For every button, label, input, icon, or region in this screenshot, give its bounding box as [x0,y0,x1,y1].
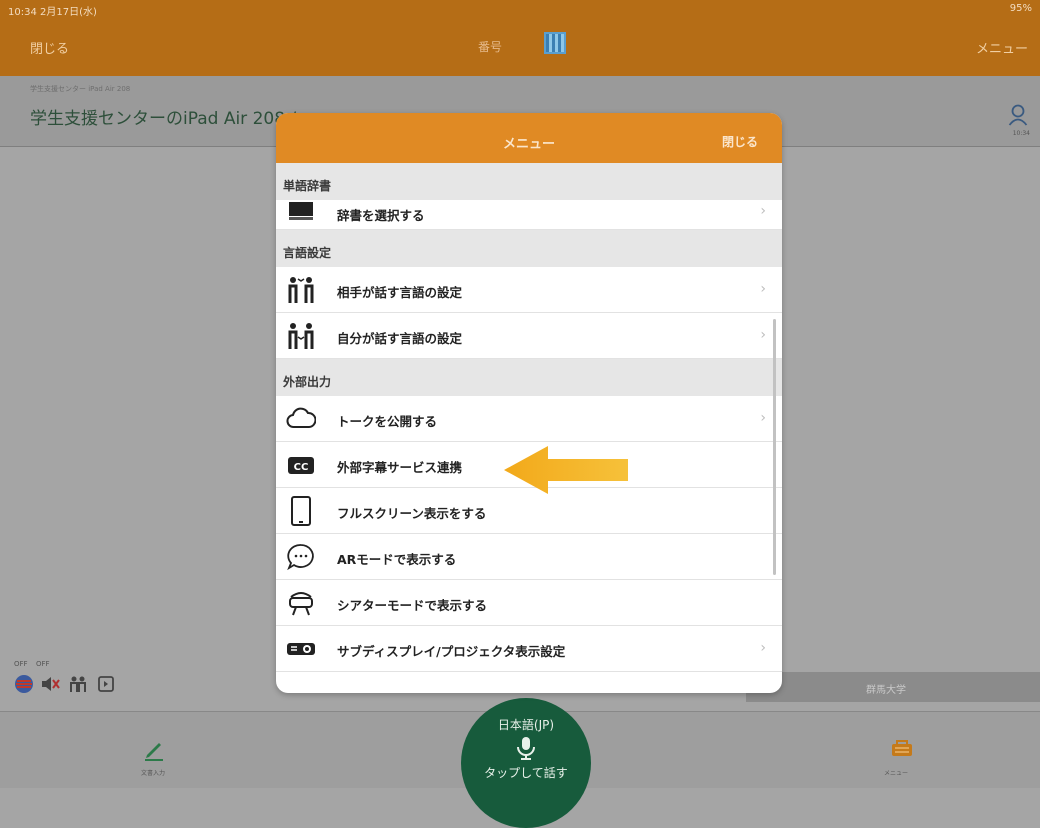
tablet-icon [291,496,311,526]
menu-item-label: シアターモードで表示する [337,598,488,613]
keyboard-icon[interactable] [888,736,916,764]
section-header-external-output: 外部出力 [276,359,782,396]
modal-body[interactable]: 単語辞書 辞書を選択する › 言語設定 相手が話す言語の設定 › 自分が話す言語… [276,163,782,693]
menu-item-theater-mode[interactable]: シアターモードで表示する [276,580,782,626]
cc-icon: CC [288,457,314,474]
modal-title: メニュー [502,137,555,152]
section-header-dictionary: 単語辞書 [276,163,782,200]
menu-item-ar-mode[interactable]: ARモードで表示する [276,534,782,580]
menu-item-label: 外部字幕サービス連携 [337,460,463,475]
off-label-1: OFF [14,660,28,668]
menu-item-label: 自分が話す言語の設定 [337,331,463,346]
mic-language: 日本語(JP) [497,718,555,732]
chat-bubble-icon [287,544,314,571]
modal-header: メニュー 閉じる [276,113,782,163]
us-flag-icon[interactable] [14,674,34,694]
status-bar: 10:34 2月17日(水) 95% [0,0,1040,18]
menu-item-label: 辞書を選択する [337,208,425,223]
menu-item-publish-talk[interactable]: トークを公開する › [276,396,782,442]
people-icon[interactable] [68,674,88,694]
status-time: 10:34 2月17日(水) [8,7,97,18]
modal-scrollbar[interactable] [773,319,776,575]
qr-code-icon[interactable] [544,32,566,54]
status-battery: 95% [1009,3,1032,14]
menu-item-sub-display[interactable]: サブディスプレイ/プロジェクタ表示設定 › [276,626,782,672]
expand-icon[interactable] [96,674,116,694]
people-listen-icon [288,323,314,349]
nav-menu-button[interactable]: メニュー [976,38,1028,57]
cloud-icon [286,407,316,428]
speaker-muted-icon[interactable] [40,674,60,694]
avatar-label: 10:34 [1012,130,1030,137]
chevron-right-icon: › [760,281,766,297]
chevron-right-icon: › [760,410,766,426]
avatar-icon[interactable] [1008,104,1028,126]
top-nav-bar: 閉じる 番号 メニュー [0,18,1040,76]
people-talk-icon [288,277,314,303]
nav-title: 番号 [478,40,503,54]
vr-headset-icon [289,592,313,616]
breadcrumb: 学生支援センター iPad Air 208 [30,85,131,93]
mic-tap-label: タップして話す [484,766,568,780]
menu-item-label: 相手が話す言語の設定 [337,285,463,300]
menu-item-label: トークを公開する [337,414,438,429]
off-label-2: OFF [36,660,50,668]
tab-right-label: メニュー [884,770,909,777]
menu-item-label: ARモードで表示する [337,552,457,567]
tap-to-talk-button[interactable]: 日本語(JP) タップして話す [461,698,591,828]
section-header-language: 言語設定 [276,230,782,267]
menu-item-my-language[interactable]: 自分が話す言語の設定 › [276,313,782,359]
pencil-icon[interactable] [142,738,166,764]
menu-modal: メニュー 閉じる 単語辞書 辞書を選択する › 言語設定 相手が話す言語の設定 … [276,113,782,693]
org-label: 群馬大学 [866,685,906,696]
menu-item-label: サブディスプレイ/プロジェクタ表示設定 [337,644,566,659]
nav-close-button[interactable]: 閉じる [30,38,69,57]
menu-item-partner-language[interactable]: 相手が話す言語の設定 › [276,267,782,313]
menu-item-label: フルスクリーン表示をする [337,506,487,521]
svg-text:CC: CC [294,462,309,473]
chevron-right-icon: › [760,640,766,656]
book-icon [289,202,313,220]
org-label-bar: 群馬大学 [746,672,1040,702]
chevron-right-icon: › [760,203,766,219]
menu-item-select-dictionary[interactable]: 辞書を選択する › [276,200,782,230]
modal-close-button[interactable]: 閉じる [722,133,758,150]
highlight-arrow-icon [504,446,628,494]
microphone-icon [517,737,535,760]
room-title: 学生支援センターのiPad Air 208 / [30,109,297,129]
chevron-right-icon: › [760,327,766,343]
projector-icon [287,643,315,655]
tab-left-label: 文書入力 [141,770,166,777]
